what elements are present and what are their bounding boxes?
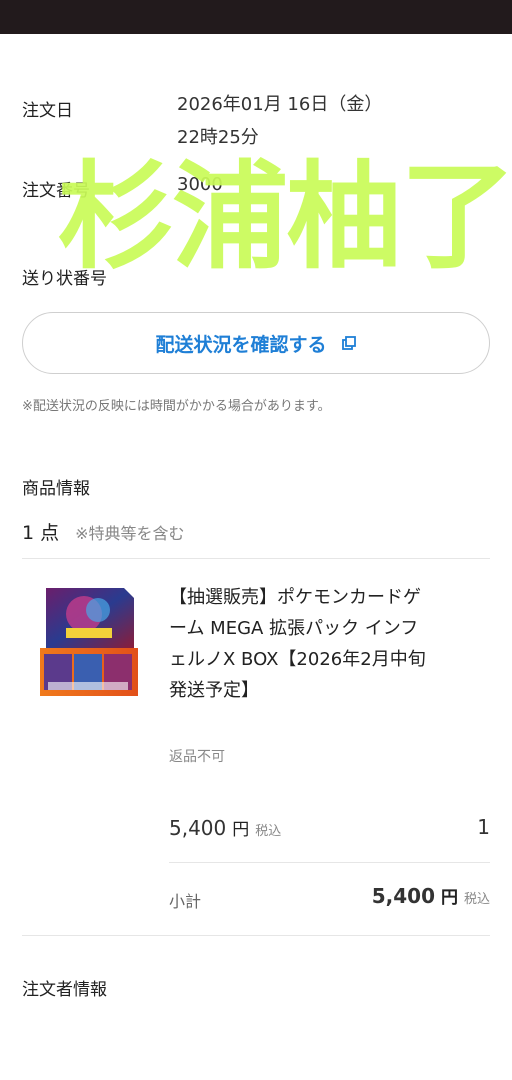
delivery-status-note: ※配送状況の反映には時間がかかる場合があります。 xyxy=(22,399,331,414)
item-count: 1 点 xyxy=(22,522,60,544)
subtotal-value: 5,400 xyxy=(371,884,435,908)
watermark-text: 杉浦柚了 xyxy=(58,150,512,285)
item-count-note: ※特典等を含む xyxy=(75,524,185,543)
subtotal-yen: 円 xyxy=(440,888,458,908)
section-divider xyxy=(22,558,490,559)
top-status-bar xyxy=(0,0,512,34)
product-title-line: 発送予定】 xyxy=(169,680,259,701)
product-title-line: ェルノX BOX【2026年2月中旬 xyxy=(169,649,426,670)
section-divider xyxy=(22,935,490,936)
item-count-row: 1 点 ※特典等を含む xyxy=(22,518,185,545)
product-image[interactable] xyxy=(38,584,140,704)
price-divider xyxy=(169,862,490,863)
order-date-value: 2026年01月 16日（金） 22時25分 xyxy=(177,88,382,154)
unit-price-tax: 税込 xyxy=(255,824,282,839)
external-link-icon xyxy=(341,335,357,351)
product-title-line: 【抽選販売】ポケモンカードゲ xyxy=(169,587,421,608)
subtotal-label: 小計 xyxy=(169,892,202,911)
check-delivery-status-label: 配送状況を確認する xyxy=(155,333,327,356)
product-title-line: ーム MEGA 拡張パック インフ xyxy=(169,618,419,639)
unit-price-value: 5,400 xyxy=(169,816,227,840)
return-policy: 返品不可 xyxy=(169,749,225,765)
subtotal-tax: 税込 xyxy=(463,892,490,907)
order-date-line1: 2026年01月 16日（金） xyxy=(177,94,383,115)
product-title[interactable]: 【抽選販売】ポケモンカードゲ ーム MEGA 拡張パック インフ ェルノX BO… xyxy=(169,582,491,706)
check-delivery-status-button[interactable]: 配送状況を確認する xyxy=(22,312,490,374)
order-date-label: 注文日 xyxy=(22,101,73,121)
unit-price: 5,400 円 税込 xyxy=(169,815,281,840)
quantity-value: 1 xyxy=(477,815,490,839)
orderer-info-title: 注文者情報 xyxy=(22,980,107,1000)
product-info-title: 商品情報 xyxy=(22,479,90,499)
unit-price-yen: 円 xyxy=(232,820,250,840)
subtotal: 5,400 円 税込 xyxy=(372,883,490,908)
